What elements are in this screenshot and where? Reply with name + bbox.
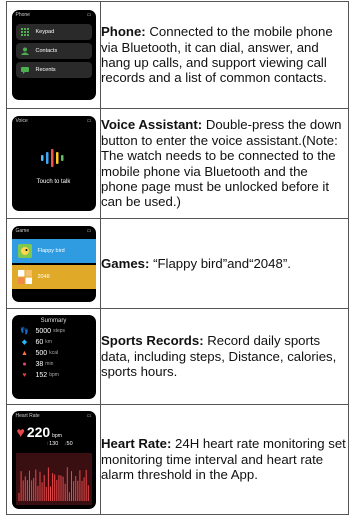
feature-desc: “Flappy bird”and“2048”. — [153, 255, 291, 271]
stat-row: ◆ 60 km — [12, 337, 96, 348]
list-item: Keypad — [15, 24, 92, 40]
battery-icon: ▭ — [86, 227, 92, 234]
table-row: Voice ▭ Touch to talk Voice Assistant: Do… — [6, 108, 349, 219]
duration-icon: ● — [22, 360, 27, 368]
battery-icon: ▭ — [86, 118, 92, 124]
game-2048-icon — [17, 269, 32, 284]
table-row: Heart Rate ▭ ♥ 220 bpm ↑130 ↓50 Heart Rat… — [6, 404, 349, 515]
stat-row: ▲ 500 kcal — [21, 349, 59, 357]
recents-icon — [20, 67, 29, 74]
battery-icon: ▭ — [86, 12, 92, 18]
summary-header: Summary — [40, 317, 67, 324]
status-label: Game — [15, 227, 30, 234]
list-item: Flappy bird — [11, 238, 96, 263]
feature-title: Heart Rate: — [101, 436, 172, 452]
document-page: Phone ▭ Keypad Contacts Recents Phone: Co… — [0, 0, 351, 520]
sports-screen: Summary 👣 5000 steps ◆ 60 km ▲ 500 kcal ● 38 min… — [11, 314, 96, 399]
status-label: Phone — [15, 12, 30, 18]
status-label: Heart Rate — [15, 412, 40, 419]
bpm-unit: bpm — [52, 432, 62, 439]
list-item: 2048 — [11, 264, 96, 289]
feature-title: Games: — [101, 255, 150, 271]
list-item: Recents — [15, 62, 92, 78]
steps-icon: 👣 — [20, 328, 29, 335]
voice-caption: Touch to talk — [36, 179, 71, 185]
stat-row: ♥ 152 bpm — [12, 370, 96, 381]
stat-row: 👣 5000 steps — [20, 327, 66, 336]
status-label: Voice — [15, 118, 28, 124]
table-row: Phone ▭ Keypad Contacts Recents Phone: Co… — [6, 1, 349, 109]
feature-title: Sports Records: — [101, 333, 204, 349]
high-value: 130 — [49, 440, 59, 447]
feature-title: Voice Assistant: — [101, 117, 203, 133]
voice-wave-icon — [40, 149, 63, 167]
stat-row: ● 38 min — [12, 359, 96, 370]
list-item: Contacts — [15, 43, 92, 59]
feature-title: Phone: — [101, 24, 146, 40]
heart-rate-chart — [15, 452, 92, 505]
table-row: Game ▭ Flappy bird 2048 Games: “Flappy bi… — [6, 218, 349, 309]
keypad-icon — [20, 28, 29, 36]
distance-icon: ◆ — [21, 339, 28, 346]
voice-screen: Voice ▭ Touch to talk — [11, 116, 96, 211]
heart-icon: ♥ — [16, 423, 25, 440]
flappy-bird-icon — [17, 243, 32, 258]
bpm-value: 220 — [26, 423, 51, 440]
phone-screen: Phone ▭ Keypad Contacts Recents — [11, 10, 96, 100]
heart-icon: ♥ — [22, 371, 27, 379]
table-row: Summary 👣 5000 steps ◆ 60 km ▲ 500 kcal ● 38 min… — [6, 308, 349, 405]
calories-icon: ▲ — [21, 349, 28, 357]
heart-rate-screen: Heart Rate ▭ ♥ 220 bpm ↑130 ↓50 — [11, 410, 96, 509]
games-screen: Game ▭ Flappy bird 2048 — [11, 225, 96, 302]
battery-icon: ▭ — [86, 412, 92, 419]
feature-table: Phone ▭ Keypad Contacts Recents Phone: Co… — [6, 1, 349, 515]
contacts-icon — [20, 47, 29, 55]
low-value: 50 — [66, 440, 73, 447]
